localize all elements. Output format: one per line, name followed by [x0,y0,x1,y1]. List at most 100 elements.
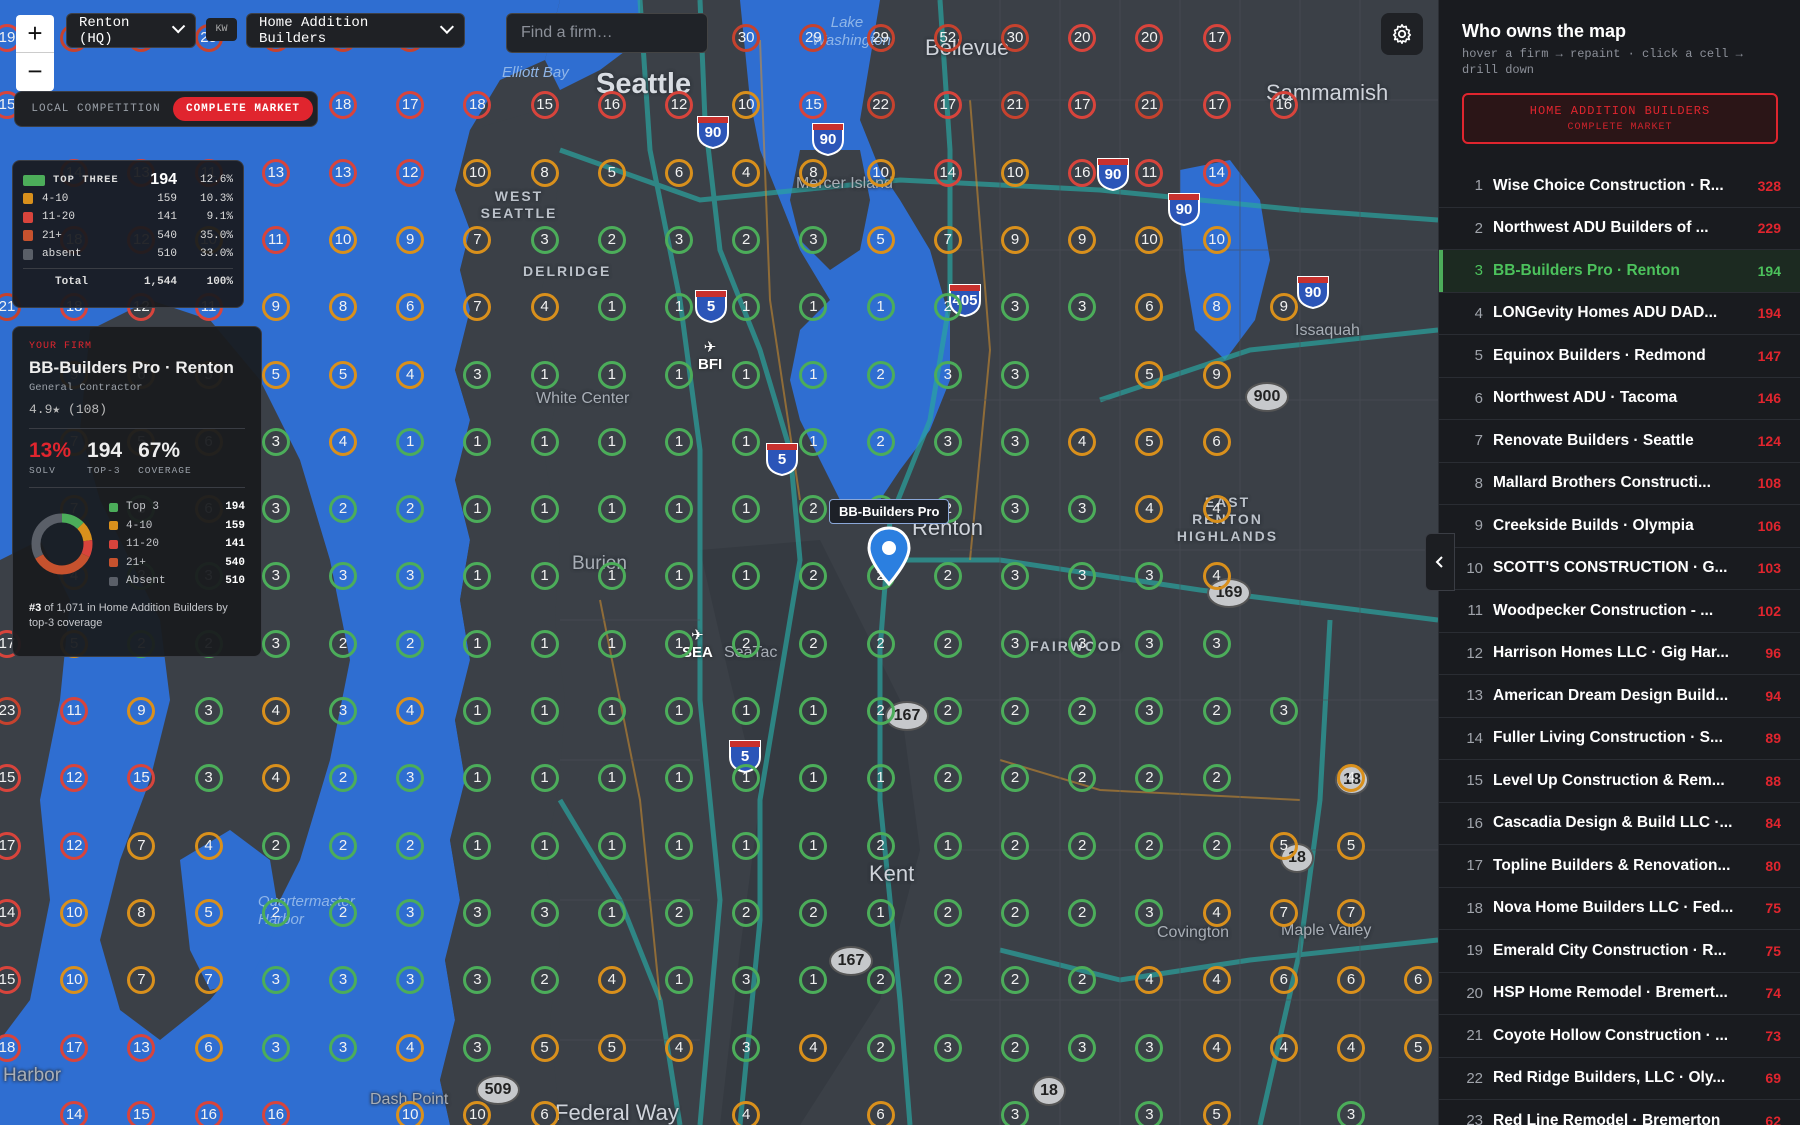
grid-rank-cell[interactable]: 3 [194,764,223,793]
grid-rank-cell[interactable]: 14 [933,158,962,187]
grid-rank-cell[interactable]: 3 [1135,1100,1164,1125]
grid-rank-cell[interactable]: 1 [597,427,626,456]
grid-rank-cell[interactable]: 2 [329,629,357,658]
firm-rank-row[interactable]: 3 BB-Builders Pro · Renton 194 [1439,250,1800,293]
grid-rank-cell[interactable]: 3 [933,427,962,456]
grid-rank-cell[interactable]: 5 [597,158,626,187]
grid-rank-cell[interactable]: 2 [329,495,357,524]
firm-location-pin[interactable] [866,526,912,587]
zoom-out-button[interactable]: − [16,53,54,91]
grid-rank-cell[interactable]: 4 [732,158,761,187]
settings-button[interactable] [1381,13,1423,55]
grid-rank-cell[interactable]: 3 [329,966,357,995]
grid-rank-cell[interactable]: 4 [732,1100,761,1125]
grid-rank-cell[interactable]: 2 [933,629,962,658]
firm-rank-row[interactable]: 1 Wise Choice Construction · R... 328 [1439,165,1800,208]
grid-rank-cell[interactable]: 3 [1001,629,1029,658]
grid-rank-cell[interactable]: 3 [933,360,962,389]
grid-rank-cell[interactable]: 17 [60,1033,89,1062]
firm-rank-row[interactable]: 6 Northwest ADU · Tacoma 146 [1439,378,1800,420]
grid-rank-cell[interactable]: 9 [396,225,425,254]
grid-rank-cell[interactable]: 17 [1202,91,1231,120]
grid-rank-cell[interactable]: 5 [597,1033,626,1062]
grid-rank-cell[interactable]: 8 [1202,293,1231,322]
grid-rank-cell[interactable]: 3 [329,697,357,725]
grid-rank-cell[interactable]: 4 [1202,495,1231,524]
grid-rank-cell[interactable]: 2 [799,629,828,658]
grid-rank-cell[interactable]: 6 [1269,966,1298,995]
grid-rank-cell[interactable]: 1 [799,427,828,456]
grid-rank-cell[interactable]: 5 [1269,831,1298,860]
grid-rank-cell[interactable]: 20 [1068,24,1097,52]
grid-rank-cell[interactable]: 2 [329,831,357,860]
grid-rank-cell[interactable]: 6 [194,1033,223,1062]
grid-rank-cell[interactable]: 1 [866,764,895,793]
grid-rank-cell[interactable]: 3 [530,225,559,254]
grid-rank-cell[interactable]: 2 [396,831,425,860]
grid-rank-cell[interactable]: 10 [463,158,492,187]
grid-rank-cell[interactable]: 1 [933,831,962,860]
grid-rank-cell[interactable]: 5 [1404,1033,1433,1062]
grid-rank-cell[interactable]: 2 [1001,898,1029,927]
grid-rank-cell[interactable]: 3 [1001,495,1029,524]
firm-search-input[interactable] [506,13,708,53]
grid-rank-cell[interactable]: 9 [1269,293,1298,322]
grid-rank-cell[interactable]: 30 [1001,24,1029,52]
grid-rank-cell[interactable]: 2 [732,629,761,658]
grid-rank-cell[interactable]: 4 [329,427,357,456]
grid-rank-cell[interactable]: 2 [1068,831,1097,860]
firm-rank-row[interactable]: 9 Creekside Builds · Olympia 106 [1439,505,1800,548]
grid-rank-cell[interactable]: 1 [799,831,828,860]
grid-rank-cell[interactable]: 4 [799,1033,828,1062]
grid-rank-cell[interactable]: 5 [329,360,357,389]
grid-rank-cell[interactable]: 1 [530,360,559,389]
grid-rank-cell[interactable]: 2 [933,562,962,591]
grid-rank-cell[interactable]: 2 [530,966,559,995]
grid-rank-cell[interactable]: 3 [463,1033,492,1062]
firm-rank-row[interactable]: 13 American Dream Design Build... 94 [1439,675,1800,718]
grid-rank-cell[interactable]: 1 [530,427,559,456]
mode-local-competition[interactable]: LOCAL COMPETITION [19,103,173,115]
grid-rank-cell[interactable]: 1 [665,629,693,658]
grid-rank-cell[interactable]: 1 [597,697,626,725]
grid-rank-cell[interactable]: 4 [1202,898,1231,927]
grid-rank-cell[interactable]: 6 [530,1100,559,1125]
grid-rank-cell[interactable]: 2 [1001,697,1029,725]
grid-rank-cell[interactable]: 1 [732,697,761,725]
grid-rank-cell[interactable]: 5 [261,360,290,389]
grid-rank-cell[interactable]: 1 [665,427,693,456]
grid-rank-cell[interactable]: 3 [1068,1033,1097,1062]
grid-rank-cell[interactable]: 5 [1135,427,1164,456]
grid-rank-cell[interactable]: 3 [396,898,425,927]
grid-rank-cell[interactable]: 4 [194,831,223,860]
grid-rank-cell[interactable]: 5 [1202,1100,1231,1125]
grid-rank-cell[interactable]: 2 [866,966,895,995]
grid-rank-cell[interactable]: 7 [194,966,223,995]
grid-rank-cell[interactable]: 13 [329,158,357,187]
grid-rank-cell[interactable]: 2 [1202,764,1231,793]
grid-rank-cell[interactable]: 8 [530,158,559,187]
grid-rank-cell[interactable]: 4 [665,1033,693,1062]
region-dropdown[interactable]: Renton (HQ) [66,13,196,48]
firm-rank-row[interactable]: 8 Mallard Brothers Constructi... 108 [1439,463,1800,505]
firm-rank-row[interactable]: 16 Cascadia Design & Build LLC ·... 84 [1439,803,1800,845]
grid-rank-cell[interactable]: 10 [329,225,357,254]
grid-rank-cell[interactable]: 11 [261,225,290,254]
grid-rank-cell[interactable]: 3 [665,225,693,254]
firm-rank-row[interactable]: 19 Emerald City Construction · R... 75 [1439,930,1800,973]
grid-rank-cell[interactable]: 5 [1135,360,1164,389]
grid-rank-cell[interactable]: 3 [261,966,290,995]
grid-rank-cell[interactable]: 7 [1337,898,1365,927]
grid-rank-cell[interactable]: 15 [127,1100,156,1125]
grid-rank-cell[interactable]: 1 [530,697,559,725]
grid-rank-cell[interactable]: 1 [665,697,693,725]
firm-rank-row[interactable]: 12 Harrison Homes LLC · Gig Har... 96 [1439,633,1800,675]
grid-rank-cell[interactable]: 2 [1001,1033,1029,1062]
grid-rank-cell[interactable]: 3 [530,898,559,927]
grid-rank-cell[interactable]: 4 [396,697,425,725]
grid-rank-cell[interactable]: 52 [933,24,962,52]
grid-rank-cell[interactable]: 2 [1202,831,1231,860]
grid-rank-cell[interactable]: 1 [597,360,626,389]
grid-rank-cell[interactable]: 1 [597,898,626,927]
category-dropdown[interactable]: Home Addition Builders [246,13,465,48]
